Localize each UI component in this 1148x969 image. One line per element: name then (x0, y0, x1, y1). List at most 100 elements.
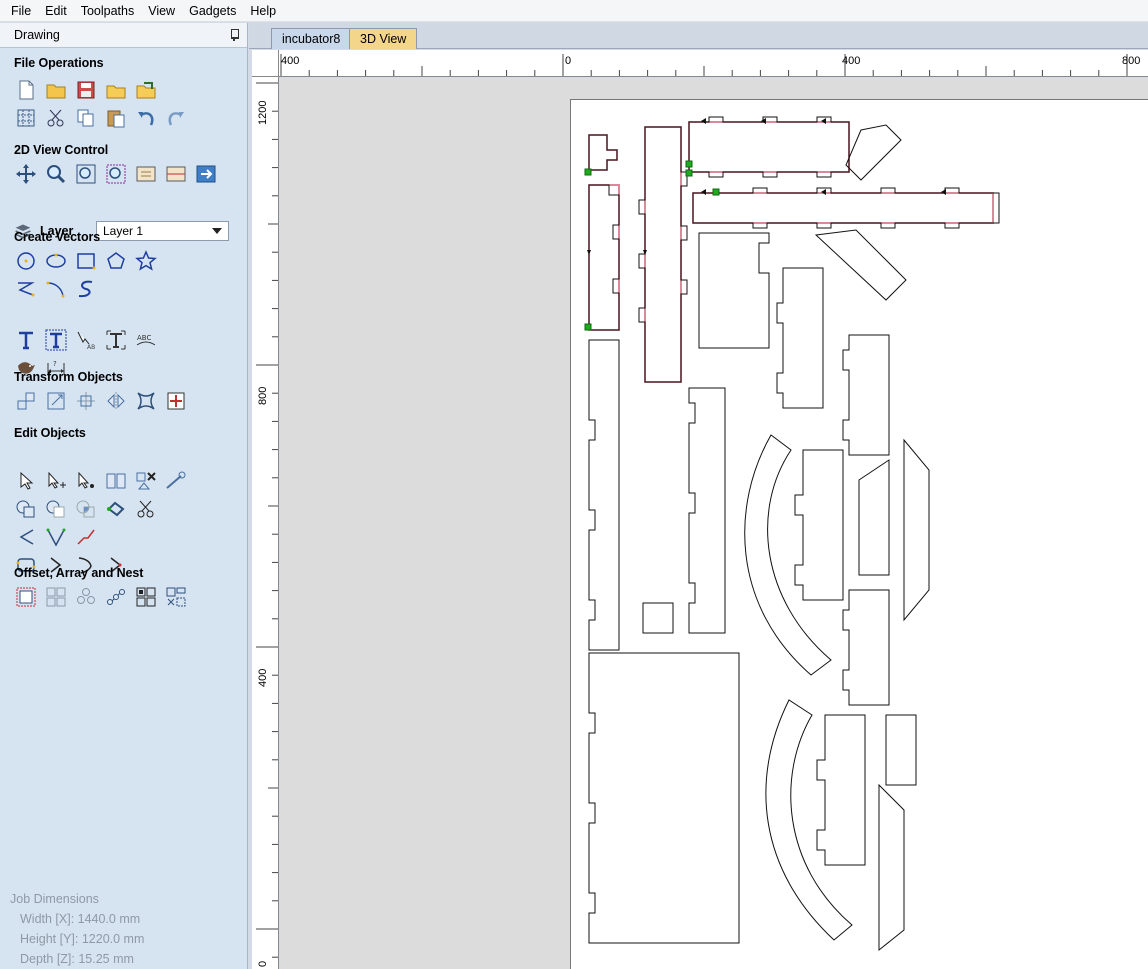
align-icon[interactable] (74, 389, 98, 413)
material-sheet[interactable] (570, 99, 1148, 969)
job-depth: Depth [Z]: 15.25 mm (20, 952, 134, 966)
text-frame-icon[interactable] (104, 328, 128, 352)
create-vectors-row-2 (14, 277, 98, 301)
menu-help[interactable]: Help (243, 0, 283, 22)
mirror-icon[interactable] (104, 389, 128, 413)
part-6[interactable] (845, 124, 902, 181)
join-vectors-icon[interactable] (104, 497, 128, 521)
part-17[interactable] (903, 438, 930, 622)
selection-handle[interactable] (685, 160, 693, 168)
polygon-icon[interactable] (104, 249, 128, 273)
view-toggle-icon[interactable] (194, 162, 218, 186)
circular-array-icon[interactable] (74, 585, 98, 609)
part-11[interactable] (588, 339, 620, 651)
menu-view[interactable]: View (141, 0, 182, 22)
offset-icon[interactable] (14, 585, 38, 609)
part-13[interactable] (642, 602, 674, 634)
part-14[interactable] (744, 434, 832, 676)
import-bitmap-icon[interactable] (134, 78, 158, 102)
menu-toolpaths[interactable]: Toolpaths (74, 0, 142, 22)
interactive-select-icon[interactable] (74, 469, 98, 493)
selection-handle[interactable] (584, 323, 592, 331)
nesting-icon[interactable] (134, 585, 158, 609)
part-21[interactable] (816, 714, 866, 866)
delete-duplicates-icon[interactable] (134, 469, 158, 493)
text-on-curve-icon[interactable]: AB (74, 328, 98, 352)
circle-icon[interactable] (14, 249, 38, 273)
zoom-extents-icon[interactable] (74, 162, 98, 186)
cut-icon[interactable] (44, 106, 68, 130)
copy-icon[interactable] (74, 106, 98, 130)
part-22[interactable] (885, 714, 917, 786)
save-file-icon[interactable] (74, 78, 98, 102)
pin-icon[interactable] (229, 29, 239, 41)
part-19[interactable] (588, 652, 740, 944)
selection-handle[interactable] (712, 188, 720, 196)
subtract-icon[interactable] (44, 497, 68, 521)
part-16[interactable] (858, 459, 890, 576)
selection-tools-icon[interactable] (104, 469, 128, 493)
selection-handle[interactable] (685, 169, 693, 177)
fillet-icon[interactable] (14, 525, 38, 549)
part-7[interactable] (814, 229, 907, 301)
arc-text-icon[interactable]: ABC (134, 328, 158, 352)
distort-icon[interactable] (134, 389, 158, 413)
arc-icon[interactable] (44, 277, 68, 301)
new-file-icon[interactable] (14, 78, 38, 102)
text-icon[interactable] (14, 328, 38, 352)
import-folder-icon[interactable] (104, 78, 128, 102)
extend-icon[interactable] (44, 525, 68, 549)
nest-parts-icon[interactable] (164, 585, 188, 609)
part-15[interactable] (794, 449, 844, 601)
part-23[interactable] (878, 783, 905, 952)
open-file-icon[interactable] (44, 78, 68, 102)
curve-icon[interactable] (74, 277, 98, 301)
job-setup-icon[interactable] (14, 106, 38, 130)
part-20[interactable] (765, 699, 853, 941)
menu-edit[interactable]: Edit (38, 0, 74, 22)
zoom-box-icon[interactable] (44, 162, 68, 186)
node-edit-icon[interactable] (44, 469, 68, 493)
svg-text:AB: AB (87, 344, 95, 351)
select-icon[interactable] (14, 469, 38, 493)
view-layers-icon[interactable] (164, 162, 188, 186)
part-8[interactable] (698, 232, 770, 349)
selection-handle[interactable] (584, 168, 592, 176)
ellipse-icon[interactable] (44, 249, 68, 273)
weld-icon[interactable] (14, 497, 38, 521)
auto-layout-text-icon[interactable] (44, 328, 68, 352)
selected-part-5[interactable] (588, 184, 620, 331)
view-material-icon[interactable] (134, 162, 158, 186)
move-icon[interactable] (14, 389, 38, 413)
redo-icon[interactable] (164, 106, 188, 130)
paste-icon[interactable] (104, 106, 128, 130)
undo-icon[interactable] (134, 106, 158, 130)
part-9[interactable] (776, 267, 824, 409)
selected-part-3[interactable] (688, 116, 850, 178)
part-18[interactable] (842, 589, 890, 706)
scale-icon[interactable] (44, 389, 68, 413)
tab-3d-view[interactable]: 3D View (349, 28, 418, 49)
pan-icon[interactable] (14, 162, 38, 186)
part-12[interactable] (688, 387, 726, 634)
menu-file[interactable]: File (4, 0, 38, 22)
drawing-canvas[interactable] (280, 78, 1148, 969)
vector-drawing[interactable] (571, 100, 1148, 969)
copy-along-vectors-icon[interactable] (104, 585, 128, 609)
array-copy-icon[interactable] (44, 585, 68, 609)
selected-part-1[interactable] (588, 134, 618, 171)
part-10[interactable] (842, 334, 890, 456)
trim-icon[interactable] (134, 497, 158, 521)
menu-gadgets[interactable]: Gadgets (182, 0, 243, 22)
rectangle-icon[interactable] (74, 249, 98, 273)
polyline-icon[interactable] (14, 277, 38, 301)
measure-icon[interactable] (164, 469, 188, 493)
layer-dropdown[interactable]: Layer 1 (96, 221, 229, 241)
tab-incubator8[interactable]: incubator8 (271, 28, 352, 49)
set-origin-icon[interactable] (164, 389, 188, 413)
selected-part-2[interactable] (638, 126, 688, 383)
star-icon[interactable] (134, 249, 158, 273)
smooth-icon[interactable] (74, 525, 98, 549)
zoom-selection-icon[interactable] (104, 162, 128, 186)
intersect-icon[interactable] (74, 497, 98, 521)
